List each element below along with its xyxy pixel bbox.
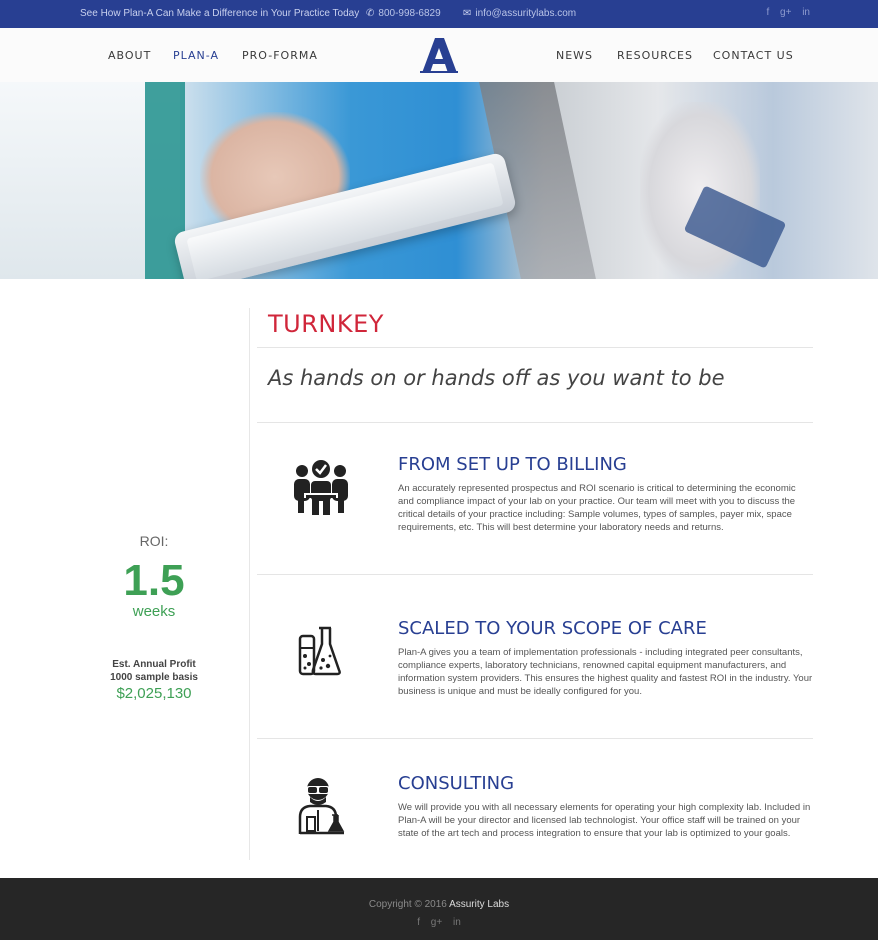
linkedin-icon[interactable]: in	[802, 7, 810, 18]
nav-resources[interactable]: RESOURCES	[617, 49, 693, 62]
copyright-text: Copyright © 2016	[368, 899, 447, 910]
phone-number: 800-998-6829	[378, 8, 441, 19]
nav-plan-a[interactable]: PLAN-A	[173, 49, 219, 62]
lab-flask-icon	[298, 626, 341, 676]
feature-text-billing: An accurately represented prospectus and…	[398, 483, 796, 533]
roi-label: ROI:	[139, 533, 169, 549]
feature-text-scope: Plan-A gives you a team of implementatio…	[398, 647, 813, 697]
profit-label-line2: 1000 sample basis	[110, 672, 198, 683]
google-plus-icon[interactable]: g+	[780, 7, 791, 18]
copyright: Copyright © 2016 Assurity Labs	[0, 899, 878, 910]
nav-contact-us[interactable]: CONTACT US	[713, 49, 794, 62]
profit-label-line1: Est. Annual Profit	[112, 659, 196, 670]
divider	[257, 574, 813, 575]
google-plus-icon[interactable]: g+	[431, 917, 442, 928]
nav-news[interactable]: NEWS	[556, 49, 593, 62]
roi-value: 1.5	[123, 556, 185, 605]
nav-pro-forma[interactable]: PRO-FORMA	[242, 49, 318, 62]
tagline-link[interactable]: See How Plan-A Can Make a Difference in …	[80, 8, 359, 19]
email-contact[interactable]: ✉ info@assuritylabs.com	[463, 8, 576, 19]
footer: Copyright © 2016 Assurity Labs f g+ in	[0, 878, 878, 940]
feature-title-billing: FROM SET UP TO BILLING	[398, 454, 627, 475]
top-social-links: f g+ in	[758, 7, 810, 18]
letter-a-logo[interactable]	[420, 38, 458, 74]
sidebar-divider	[249, 308, 250, 860]
divider	[257, 347, 813, 348]
roi-unit: weeks	[132, 603, 176, 620]
page-title: TURNKEY	[268, 310, 384, 338]
email-address: info@assuritylabs.com	[475, 8, 577, 19]
feature-text-consulting: We will provide you with all necessary e…	[398, 802, 811, 839]
footer-social-links: f g+ in	[0, 917, 878, 928]
feature-title-consulting: CONSULTING	[398, 773, 515, 794]
divider	[257, 738, 813, 739]
profit-value: $2,025,130	[116, 685, 192, 702]
main-nav: ABOUT PLAN-A PRO-FORMA NEWS RESOURCES CO…	[0, 28, 878, 82]
hero-banner-image	[0, 82, 878, 279]
linkedin-icon[interactable]: in	[453, 917, 461, 928]
footer-brand-link[interactable]: Assurity Labs	[449, 899, 509, 910]
nav-about[interactable]: ABOUT	[108, 49, 151, 62]
team-icon	[294, 460, 348, 515]
phone-icon: ✆	[366, 8, 375, 19]
profit-label: Est. Annual Profit 1000 sample basis	[60, 658, 248, 684]
facebook-icon[interactable]: f	[766, 7, 769, 18]
page-subtitle: As hands on or hands off as you want to …	[268, 366, 725, 390]
top-bar: See How Plan-A Can Make a Difference in …	[0, 0, 878, 28]
phone-contact[interactable]: ✆ 800-998-6829	[366, 8, 441, 19]
scientist-icon	[298, 778, 345, 835]
envelope-icon: ✉	[463, 8, 472, 19]
feature-title-scope: SCALED TO YOUR SCOPE OF CARE	[398, 618, 707, 639]
divider	[257, 422, 813, 423]
facebook-icon[interactable]: f	[417, 917, 420, 928]
